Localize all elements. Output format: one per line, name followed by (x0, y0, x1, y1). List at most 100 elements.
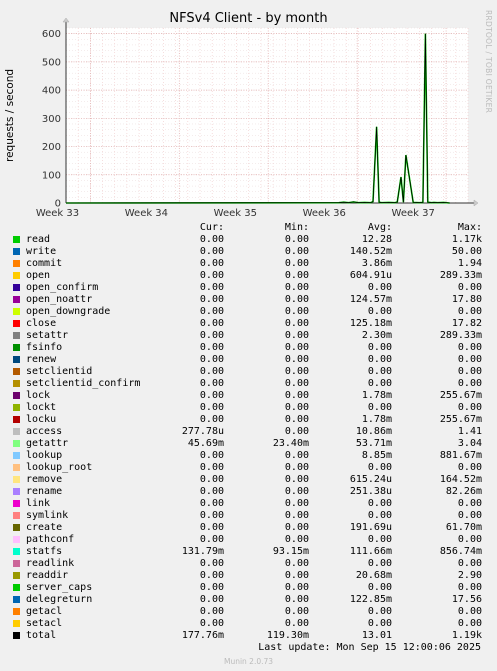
legend-swatch (13, 404, 20, 411)
legend-row: setclientid_confirm 0.00 0.00 0.00 0.00 (0, 378, 497, 390)
legend-avg: 615.24u (349, 474, 392, 485)
legend-cur: 0.00 (199, 342, 224, 353)
legend-max: 0.00 (457, 498, 482, 509)
legend-name: lock (26, 390, 51, 401)
legend-max: 17.80 (451, 294, 482, 305)
legend-cur: 0.00 (199, 282, 224, 293)
legend-cur: 0.00 (199, 534, 224, 545)
legend-avg: 8.85m (361, 450, 392, 461)
y-tick-label: 100 (42, 170, 61, 181)
legend-cur: 0.00 (199, 594, 224, 605)
legend-row: open_downgrade 0.00 0.00 0.00 0.00 (0, 306, 497, 318)
legend-max: 0.00 (457, 534, 482, 545)
legend-row: commit 0.00 0.00 3.86m 1.94 (0, 258, 497, 270)
legend-swatch (13, 284, 20, 291)
legend-swatch (13, 632, 20, 639)
legend-name: remove (26, 474, 63, 485)
legend-cur: 0.00 (199, 258, 224, 269)
legend-header: Cur: Min: Avg: Max: (0, 222, 497, 234)
legend-name: total (26, 630, 57, 641)
legend-name: symlink (26, 510, 69, 521)
legend-cur: 0.00 (199, 522, 224, 533)
legend-row: create 0.00 0.00 191.69u 61.70m (0, 522, 497, 534)
legend-avg: 604.91u (349, 270, 392, 281)
legend-name: locku (26, 414, 57, 425)
legend-name: fsinfo (26, 342, 63, 353)
legend-max: 82.26m (445, 486, 482, 497)
legend-avg: 12.28 (361, 234, 392, 245)
legend-row: getattr 45.69m 23.40m 53.71m 3.04 (0, 438, 497, 450)
legend-avg: 10.86m (355, 426, 392, 437)
legend-swatch (13, 392, 20, 399)
x-tick-label: Week 34 (125, 208, 168, 218)
legend-swatch (13, 500, 20, 507)
legend-max: 17.56 (451, 594, 482, 605)
legend-swatch (13, 428, 20, 435)
legend-min: 0.00 (284, 246, 309, 257)
legend-min: 0.00 (284, 606, 309, 617)
chart-canvas: 0100200300400500600Week 33 Week 34 Week 35… (36, 17, 479, 218)
legend-avg: 251.38u (349, 486, 392, 497)
legend-max: 0.00 (457, 342, 482, 353)
header-avg: Avg: (367, 222, 392, 233)
legend-name: access (26, 426, 63, 437)
legend-min: 0.00 (284, 462, 309, 473)
legend-swatch (13, 332, 20, 339)
legend-max: 1.94 (457, 258, 482, 269)
x-axis-arrow (473, 199, 479, 207)
legend-swatch (13, 368, 20, 375)
legend-min: 0.00 (284, 522, 309, 533)
legend-max: 0.00 (457, 402, 482, 413)
legend-min: 0.00 (284, 378, 309, 389)
munin-version: Munin 2.0.73 (223, 657, 274, 666)
legend-swatch (13, 308, 20, 315)
legend-row: lookup 0.00 0.00 8.85m 881.67m (0, 450, 497, 462)
legend-name: open_noattr (26, 294, 93, 305)
legend-name: open_downgrade (26, 306, 111, 317)
legend-swatch (13, 440, 20, 447)
legend-name: write (26, 246, 57, 257)
legend-row: readlink 0.00 0.00 0.00 0.00 (0, 558, 497, 570)
legend-avg: 140.52m (349, 246, 392, 257)
header-cur: Cur: (199, 222, 224, 233)
legend-name: readlink (26, 558, 75, 569)
legend-min: 0.00 (284, 450, 309, 461)
legend-name: rename (26, 486, 63, 497)
legend-row: setacl 0.00 0.00 0.00 0.00 (0, 618, 497, 630)
legend-avg: 0.00 (367, 282, 392, 293)
legend-name: getattr (26, 438, 69, 449)
legend-max: 61.70m (445, 522, 482, 533)
legend-name: close (26, 318, 57, 329)
legend-cur: 0.00 (199, 618, 224, 629)
legend-swatch (13, 488, 20, 495)
legend-min: 0.00 (284, 282, 309, 293)
legend-row: lock 0.00 0.00 1.78m 255.67m (0, 390, 497, 402)
legend-max: 0.00 (457, 354, 482, 365)
legend-avg: 0.00 (367, 354, 392, 365)
legend-row: symlink 0.00 0.00 0.00 0.00 (0, 510, 497, 522)
legend-row: fsinfo 0.00 0.00 0.00 0.00 (0, 342, 497, 354)
legend-avg: 124.57m (349, 294, 392, 305)
legend-avg: 191.69u (349, 522, 392, 533)
legend-min: 0.00 (284, 390, 309, 401)
legend-swatch (13, 560, 20, 567)
legend-cur: 0.00 (199, 510, 224, 521)
legend-name: lookup (26, 450, 63, 461)
legend-avg: 0.00 (367, 498, 392, 509)
legend-avg: 1.78m (361, 390, 392, 401)
legend-max: 1.19k (451, 630, 482, 641)
legend-cur: 0.00 (199, 390, 224, 401)
legend-name: lookup_root (26, 462, 93, 473)
legend-cur: 0.00 (199, 270, 224, 281)
legend-max: 0.00 (457, 462, 482, 473)
legend-row: pathconf 0.00 0.00 0.00 0.00 (0, 534, 497, 546)
legend-max: 881.67m (439, 450, 482, 461)
legend-min: 23.40m (272, 438, 309, 449)
legend-name: delegreturn (26, 594, 93, 605)
legend-avg: 2.30m (361, 330, 392, 341)
legend-cur: 0.00 (199, 606, 224, 617)
legend-max: 0.00 (457, 282, 482, 293)
legend-row: open_confirm 0.00 0.00 0.00 0.00 (0, 282, 497, 294)
legend-name: setclientid_confirm (26, 378, 141, 389)
legend-max: 1.41 (457, 426, 482, 437)
